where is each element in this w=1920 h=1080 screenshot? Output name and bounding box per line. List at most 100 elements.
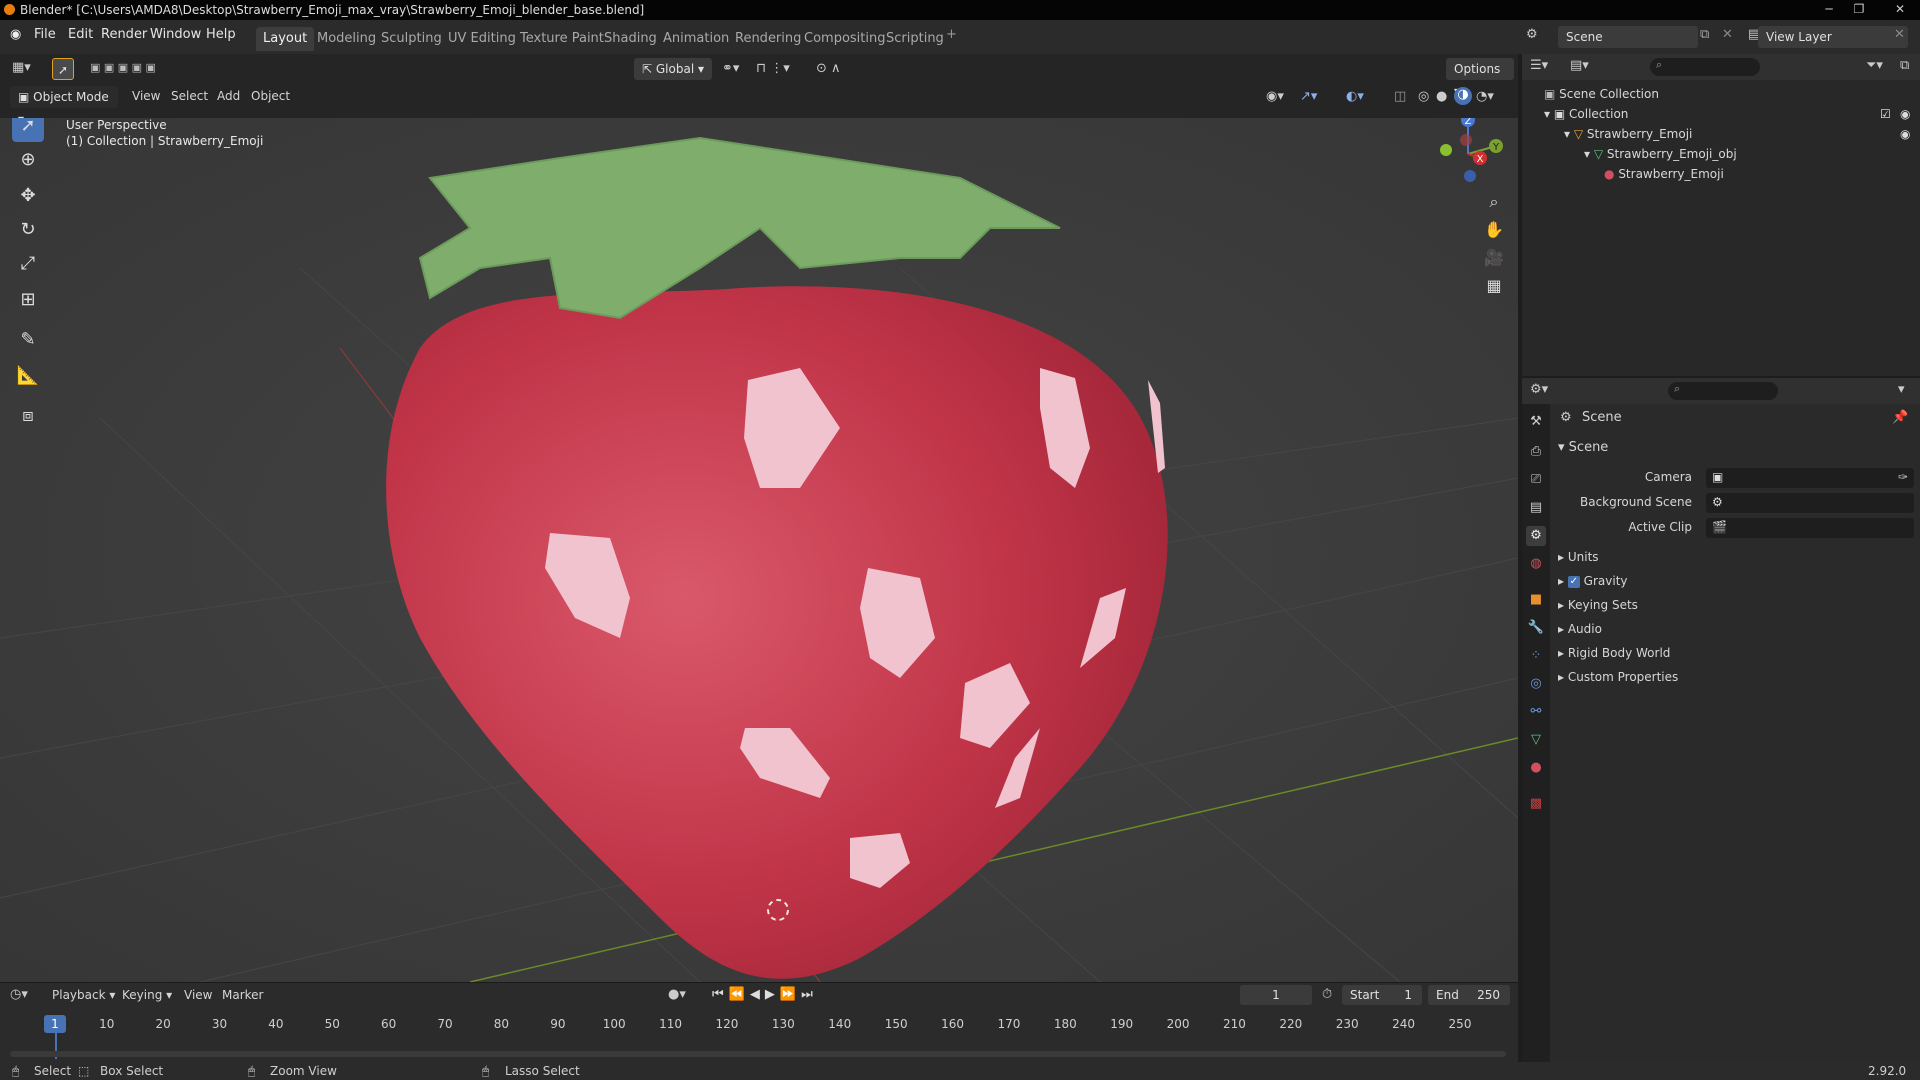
cursor-tool-icon[interactable]: ⊕ [12, 144, 44, 176]
outliner-row-mesh-data[interactable]: ▾ ▽ Strawberry_Emoji_obj [1522, 144, 1920, 164]
xray-toggle-icon[interactable]: ◫ [1394, 89, 1406, 104]
selection-mode-icons[interactable]: ▣ ▣ ▣ ▣ ▣ [90, 61, 184, 77]
3d-viewport[interactable]: User Perspective (1) Collection | Strawb… [0, 118, 1518, 982]
viewport-menu-select[interactable]: Select [171, 89, 208, 103]
display-mode-icon[interactable]: ▤▾ [1570, 58, 1589, 73]
expand-arrow-icon[interactable]: ▾ [1544, 107, 1550, 121]
add-cube-tool-icon[interactable]: ⧈ [12, 400, 44, 432]
pivot-point-icon[interactable]: ⚭▾ [722, 61, 739, 76]
menu-window[interactable]: Window [150, 27, 201, 42]
snap-icon[interactable]: ⊓ ⋮▾ [756, 61, 790, 76]
render-tab-icon[interactable]: ⎙ [1526, 442, 1546, 462]
scale-tool-icon[interactable]: ⤢ [12, 248, 44, 280]
properties-editor-type-icon[interactable]: ⚙▾ [1530, 382, 1548, 397]
move-tool-icon[interactable]: ✥ [12, 180, 44, 212]
gravity-panel-header[interactable]: ▸ ✓ Gravity [1558, 574, 1628, 588]
rendered-shading-icon[interactable]: ◔▾ [1476, 89, 1494, 104]
eyedropper-icon[interactable]: ✑ [1898, 470, 1908, 484]
scene-panel-header[interactable]: ▾ Scene [1558, 440, 1914, 455]
new-collection-icon[interactable]: ⧉ [1900, 58, 1909, 73]
visibility-eye-icon[interactable]: ◉ [1900, 104, 1910, 124]
minimize-button[interactable]: ─ [1815, 0, 1843, 20]
solid-shading-icon[interactable]: ● [1436, 89, 1447, 104]
properties-options-icon[interactable]: ▾ [1898, 382, 1905, 397]
background-scene-field[interactable]: ⚙ [1706, 493, 1914, 513]
modifier-tab-icon[interactable]: 🔧 [1526, 618, 1546, 638]
tab-modeling[interactable]: Modeling [310, 27, 383, 51]
outliner-row-scene-collection[interactable]: ▣ Scene Collection [1522, 84, 1920, 104]
select-tool-icon[interactable]: ➚ [52, 58, 74, 80]
new-scene-icon[interactable]: ⧉ [1700, 27, 1709, 42]
viewport-menu-view[interactable]: View [132, 89, 160, 103]
particles-tab-icon[interactable]: ⁘ [1526, 646, 1546, 666]
zoom-icon[interactable]: ⌕ [1480, 188, 1508, 216]
tab-uv-editing[interactable]: UV Editing [441, 27, 523, 51]
visibility-eye-icon[interactable]: ◉ [1900, 124, 1910, 144]
expand-arrow-icon[interactable]: ▾ [1564, 127, 1570, 141]
add-workspace-icon[interactable]: + [946, 27, 957, 42]
units-panel-header[interactable]: ▸ Units [1558, 550, 1599, 564]
outliner-search-input[interactable]: ⌕ [1650, 58, 1760, 76]
scene-selector[interactable]: Scene [1558, 26, 1698, 48]
tab-shading[interactable]: Shading [597, 27, 664, 51]
select-box-tool-button[interactable]: ➚ [12, 118, 44, 142]
proportional-editing-icon[interactable]: ⊙ ∧ [816, 61, 841, 76]
tab-sculpting[interactable]: Sculpting [374, 27, 449, 51]
perspective-toggle-icon[interactable]: ▦ [1480, 272, 1508, 300]
view-layer-selector[interactable]: View Layer [1758, 26, 1908, 48]
constraints-tab-icon[interactable]: ⚯ [1526, 702, 1546, 722]
visibility-icon[interactable]: ◉▾ [1266, 89, 1284, 104]
timeline-scrollbar[interactable] [10, 1051, 1506, 1057]
object-mode-dropdown[interactable]: ▣ Object Mode ▾ [10, 86, 118, 126]
properties-search-input[interactable]: ⌕ [1668, 382, 1778, 400]
gizmo-toggle-icon[interactable]: ↗▾ [1300, 89, 1317, 104]
active-clip-field[interactable]: 🎬 [1706, 518, 1914, 538]
filter-icon[interactable]: ⏷▾ [1866, 58, 1883, 73]
editor-type-icon[interactable]: ▦▾ [12, 60, 31, 75]
pan-hand-icon[interactable]: ✋ [1480, 216, 1508, 244]
outliner-row-strawberry-emoji[interactable]: ▾ ▽ Strawberry_Emoji ◉ [1522, 124, 1920, 144]
camera-field[interactable]: ▣ ✑ [1706, 468, 1914, 488]
menu-help[interactable]: Help [206, 27, 236, 42]
expand-arrow-icon[interactable]: ▾ [1584, 147, 1590, 161]
annotate-tool-icon[interactable]: ✎ [12, 324, 44, 356]
wireframe-shading-icon[interactable]: ◎ [1418, 89, 1429, 104]
outliner-row-material[interactable]: ● Strawberry_Emoji [1522, 164, 1920, 184]
gravity-checkbox[interactable]: ✓ [1567, 575, 1580, 588]
physics-tab-icon[interactable]: ◎ [1526, 674, 1546, 694]
menu-edit[interactable]: Edit [68, 27, 93, 42]
close-button[interactable]: ✕ [1880, 0, 1920, 20]
playhead-frame-indicator[interactable]: 1 [44, 1015, 66, 1033]
scene-icon[interactable]: ⚙ [1526, 27, 1538, 42]
exclude-checkbox[interactable]: ☑ [1880, 104, 1891, 124]
menu-render[interactable]: Render [101, 27, 147, 42]
transform-tool-icon[interactable]: ⊞ [12, 284, 44, 316]
blender-menu-icon[interactable]: ◉ [10, 27, 21, 42]
custom-properties-panel-header[interactable]: ▸ Custom Properties [1558, 670, 1678, 684]
pin-icon[interactable]: 📌 [1892, 410, 1908, 425]
viewport-menu-object[interactable]: Object [251, 89, 290, 103]
menu-file[interactable]: File [34, 27, 56, 42]
keying-sets-panel-header[interactable]: ▸ Keying Sets [1558, 598, 1638, 612]
camera-view-icon[interactable]: 🎥 [1480, 244, 1508, 272]
overlays-toggle-icon[interactable]: ◐▾ [1346, 89, 1364, 104]
options-dropdown[interactable]: Options ▾ [1446, 58, 1514, 98]
measure-tool-icon[interactable]: 📐 [12, 360, 44, 392]
delete-view-layer-icon[interactable]: ✕ [1894, 27, 1905, 42]
texture-tab-icon[interactable]: ▩ [1526, 794, 1546, 814]
audio-panel-header[interactable]: ▸ Audio [1558, 622, 1602, 636]
tab-layout[interactable]: Layout [256, 27, 315, 51]
delete-scene-icon[interactable]: ✕ [1722, 27, 1733, 42]
material-preview-shading-icon[interactable]: ◑ [1454, 87, 1472, 105]
object-tab-icon[interactable]: ■ [1526, 590, 1546, 610]
tab-animation[interactable]: Animation [656, 27, 736, 51]
outliner-editor-type-icon[interactable]: ☰▾ [1530, 58, 1548, 73]
world-tab-icon[interactable]: ◍ [1526, 554, 1546, 574]
tab-scripting[interactable]: Scripting [879, 27, 951, 51]
data-tab-icon[interactable]: ▽ [1526, 730, 1546, 750]
transform-orientation-dropdown[interactable]: ⇱ Global ▾ [634, 58, 712, 80]
material-tab-icon[interactable]: ● [1526, 758, 1546, 778]
tool-tab-icon[interactable]: ⚒ [1526, 412, 1546, 432]
maximize-button[interactable]: ❐ [1845, 0, 1873, 20]
rigid-body-world-panel-header[interactable]: ▸ Rigid Body World [1558, 646, 1670, 660]
